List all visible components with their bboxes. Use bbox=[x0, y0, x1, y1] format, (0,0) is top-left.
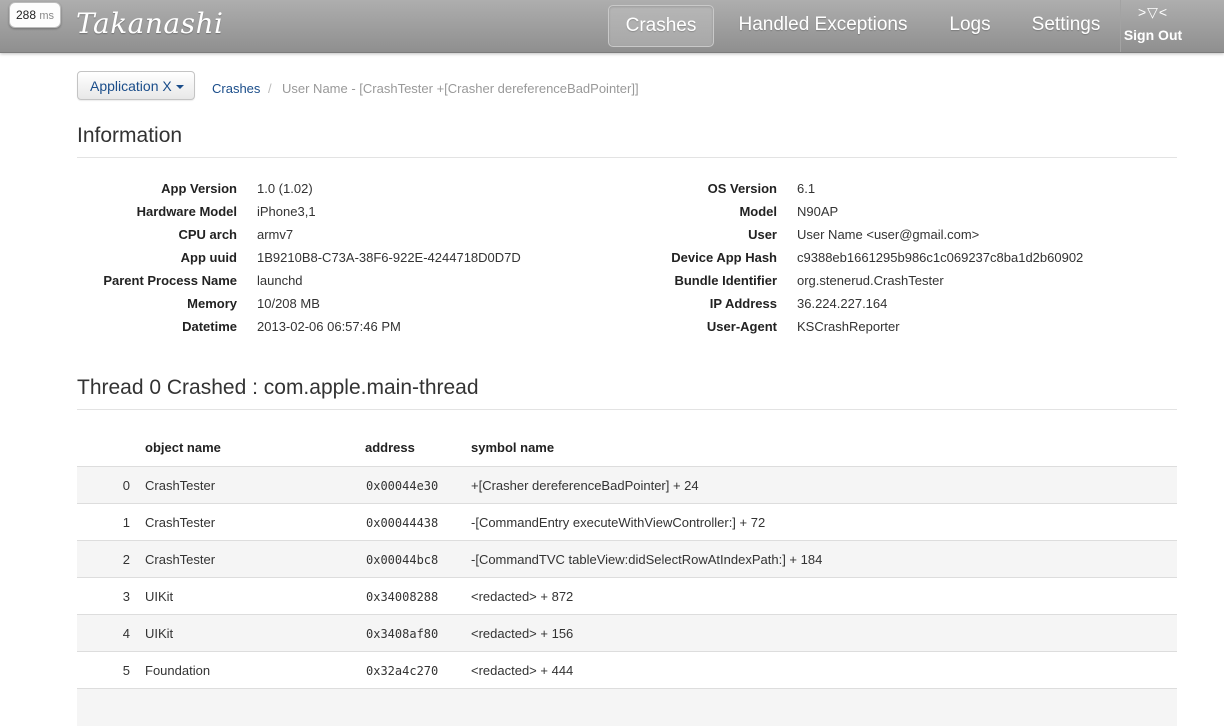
symbol-name: -[CommandEntry executeWithViewController… bbox=[471, 515, 766, 530]
info-label: IP Address bbox=[709, 296, 777, 311]
column-header-object: object name bbox=[145, 440, 221, 455]
application-dropdown-label: Application X bbox=[90, 78, 172, 94]
frame-address: 0x00044438 bbox=[366, 516, 439, 530]
info-label: Model bbox=[739, 204, 777, 219]
info-value: KSCrashReporter bbox=[797, 319, 900, 334]
info-label: Hardware Model bbox=[136, 204, 237, 219]
application-dropdown-button[interactable]: Application X bbox=[77, 71, 195, 100]
object-name: CrashTester bbox=[145, 552, 216, 567]
info-value: 10/208 MB bbox=[257, 296, 320, 311]
info-label: Datetime bbox=[182, 319, 237, 334]
chevron-down-icon bbox=[175, 85, 184, 90]
frame-address: 0x32a4c270 bbox=[366, 664, 439, 678]
info-label: Parent Process Name bbox=[103, 273, 237, 288]
info-value: launchd bbox=[257, 273, 303, 288]
user-avatar-icon: >▽< bbox=[1137, 4, 1169, 20]
information-heading: Information bbox=[77, 124, 183, 147]
info-label: Device App Hash bbox=[671, 250, 777, 265]
info-value: 6.1 bbox=[797, 181, 816, 196]
breadcrumb-crashes-link[interactable]: Crashes bbox=[212, 81, 260, 96]
info-label: User bbox=[748, 227, 777, 242]
object-name: UIKit bbox=[145, 589, 174, 604]
info-value: 2013-02-06 06:57:46 PM bbox=[257, 319, 401, 334]
nav-crashes[interactable]: Crashes bbox=[608, 5, 714, 47]
frame-address: 0x00044bc8 bbox=[366, 553, 439, 567]
info-value: 36.224.227.164 bbox=[797, 296, 888, 311]
frame-address: 0x00044e30 bbox=[366, 479, 439, 493]
info-label: App Version bbox=[161, 181, 237, 196]
table-row[interactable]: 0 CrashTester 0x00044e30 +[Crasher derefere… bbox=[77, 466, 1177, 504]
column-header-symbol: symbol name bbox=[471, 440, 555, 455]
info-value: N90AP bbox=[797, 204, 839, 219]
frame-index: 2 bbox=[122, 552, 130, 567]
object-name: CrashTester bbox=[145, 515, 216, 530]
sign-out-label: Sign Out bbox=[1123, 27, 1183, 43]
information-divider bbox=[77, 157, 1177, 158]
frame-index: 3 bbox=[122, 589, 130, 604]
symbol-name: +[Crasher dereferenceBadPointer] + 24 bbox=[471, 478, 699, 493]
info-value: armv7 bbox=[257, 227, 294, 242]
nav-settings[interactable]: Settings bbox=[1018, 5, 1114, 45]
table-row[interactable]: 2 CrashTester 0x00044bc8 -[CommandTVC table… bbox=[77, 540, 1177, 578]
info-label: OS Version bbox=[707, 181, 777, 196]
info-value: 1.0 (1.02) bbox=[257, 181, 313, 196]
info-value: org.stenerud.CrashTester bbox=[797, 273, 944, 288]
info-label: CPU arch bbox=[178, 227, 237, 242]
response-time-unit: ms bbox=[39, 10, 55, 22]
symbol-name: <redacted> + 872 bbox=[471, 589, 574, 604]
info-label: Memory bbox=[187, 296, 237, 311]
info-value: 1B9210B8-C73A-38F6-922E-4244718D0D7D bbox=[257, 250, 521, 265]
object-name: UIKit bbox=[145, 626, 174, 641]
brand-logo[interactable]: Takanashi bbox=[76, 7, 223, 40]
nav-handled-exceptions[interactable]: Handled Exceptions bbox=[724, 5, 922, 45]
breadcrumb-current: User Name - [CrashTester +[Crasher deref… bbox=[282, 81, 639, 96]
frame-index: 4 bbox=[122, 626, 130, 641]
thread-divider bbox=[77, 409, 1177, 410]
top-navbar: 288 ms Takanashi Crashes Handled Excepti… bbox=[0, 0, 1224, 53]
info-label: User-Agent bbox=[706, 319, 777, 334]
column-header-address: address bbox=[365, 440, 415, 455]
breadcrumb-separator: / bbox=[268, 81, 272, 96]
symbol-name: <redacted> + 156 bbox=[471, 626, 574, 641]
nav-logs[interactable]: Logs bbox=[936, 5, 1004, 45]
response-time-badge: 288 ms bbox=[9, 2, 62, 28]
info-label: App uuid bbox=[180, 250, 237, 265]
info-value: c9388eb1661295b986c1c069237c8ba1d2b60902 bbox=[797, 250, 1084, 265]
info-value: User Name <user@gmail.com> bbox=[797, 227, 980, 242]
frame-index: 0 bbox=[122, 478, 130, 493]
sign-out-button[interactable]: >▽< Sign Out bbox=[1120, 0, 1224, 52]
symbol-name: <redacted> + 444 bbox=[471, 663, 574, 678]
symbol-name: -[CommandTVC tableView:didSelectRowAtInd… bbox=[471, 552, 823, 567]
frame-address: 0x3408af80 bbox=[366, 627, 439, 641]
response-time-value: 288 bbox=[16, 8, 37, 22]
info-label: Bundle Identifier bbox=[674, 273, 777, 288]
table-row[interactable]: 5 Foundation 0x32a4c270 <redacted> + 444 bbox=[77, 651, 1177, 689]
object-name: Foundation bbox=[145, 663, 211, 678]
table-row[interactable]: 3 UIKit 0x34008288 <redacted> + 872 bbox=[77, 577, 1177, 615]
frame-address: 0x34008288 bbox=[366, 590, 439, 604]
table-row[interactable] bbox=[77, 688, 1177, 726]
info-value: iPhone3,1 bbox=[257, 204, 316, 219]
thread-heading: Thread 0 Crashed : com.apple.main-thread bbox=[77, 376, 479, 399]
frame-index: 5 bbox=[122, 663, 130, 678]
table-row[interactable]: 4 UIKit 0x3408af80 <redacted> + 156 bbox=[77, 614, 1177, 652]
table-row[interactable]: 1 CrashTester 0x00044438 -[CommandEntry exe… bbox=[77, 503, 1177, 541]
object-name: CrashTester bbox=[145, 478, 216, 493]
frame-index: 1 bbox=[122, 515, 130, 530]
